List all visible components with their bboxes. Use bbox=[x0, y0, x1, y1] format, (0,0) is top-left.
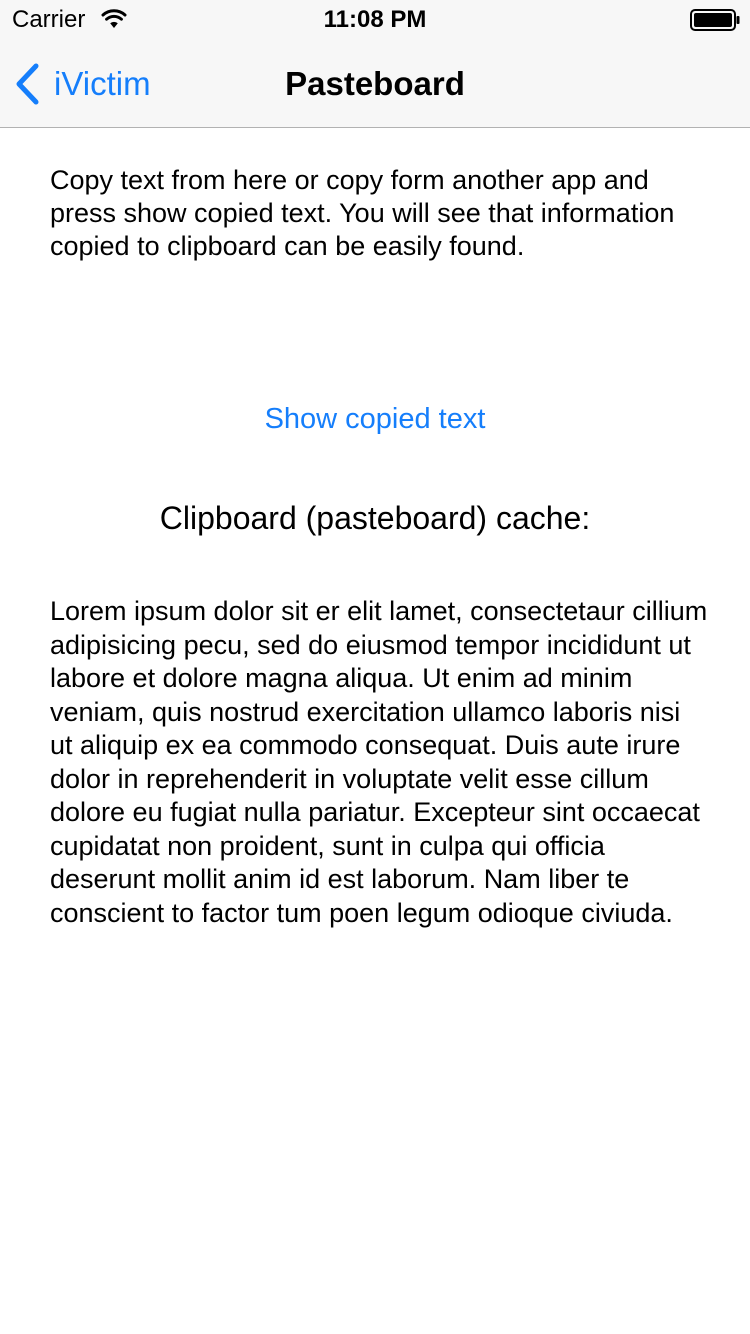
intro-text: Copy text from here or copy form another… bbox=[50, 165, 675, 261]
show-copied-text-button[interactable]: Show copied text bbox=[0, 400, 750, 438]
status-time: 11:08 PM bbox=[323, 6, 427, 33]
navigation-bar: iVictim Pasteboard bbox=[0, 40, 750, 128]
page-title: Pasteboard bbox=[285, 65, 465, 102]
clipboard-cache-text: Lorem ipsum dolor sit er elit lamet, con… bbox=[50, 596, 708, 928]
clipboard-cache-heading: Clipboard (pasteboard) cache: bbox=[159, 500, 591, 536]
battery-icon bbox=[690, 9, 740, 31]
status-bar: Carrier 11:08 PM bbox=[0, 0, 750, 40]
top-bar: Carrier 11:08 PM iVictim Pasteboard bbox=[0, 0, 750, 128]
